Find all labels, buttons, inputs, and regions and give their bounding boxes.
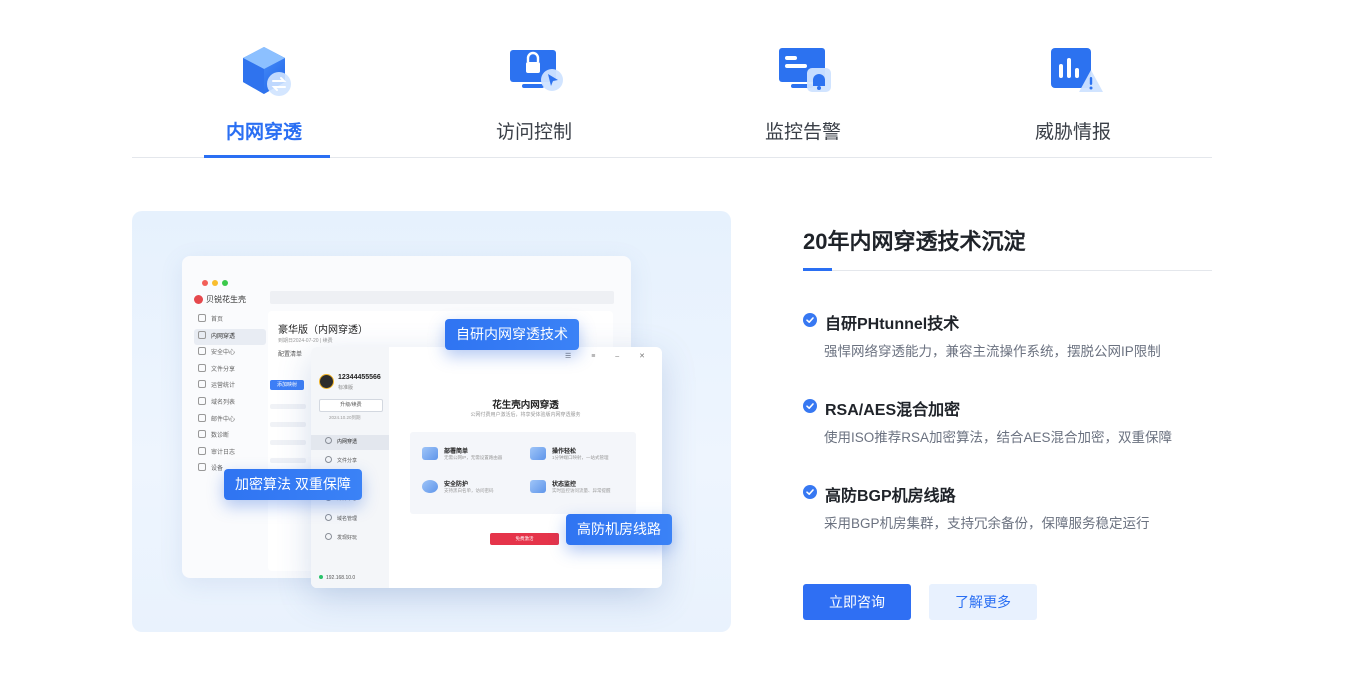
sidebar-item: 数诊断	[194, 428, 266, 445]
upgrade-button: 升级/续费	[319, 399, 383, 412]
tab-label: 威胁情报	[1034, 122, 1111, 143]
background-search-bar	[270, 291, 614, 304]
promo-feature-desc: 1分钟端口映射，一站式管理	[552, 455, 609, 460]
shield-icon	[422, 480, 438, 493]
tag-self-developed: 自研内网穿透技术	[445, 319, 579, 350]
monitor-icon	[530, 480, 546, 493]
window-traffic-lights	[202, 273, 232, 291]
tab-monitoring-alerts[interactable]: 监控告警	[733, 42, 873, 157]
sidebar-item: 邮件中心	[194, 412, 266, 429]
tab-label: 内网穿透	[225, 122, 302, 143]
promo-feature-title: 操作轻松	[552, 449, 577, 455]
product-illustration: 贝锐花生壳 首页 内网穿透 安全中心 文件分享 运营统计 域名列表 邮件中心 数…	[132, 211, 731, 632]
config-label: 配置清单	[278, 352, 303, 358]
heading-accent-bar	[803, 268, 832, 271]
feature-description: 采用BGP机房集群，支持冗余备份，保障服务稳定运行	[824, 516, 1150, 531]
promo-feature-title: 部署简单	[444, 449, 469, 455]
check-circle-icon	[803, 313, 817, 327]
promo-feature-title: 状态监控	[552, 482, 577, 488]
feature-title: 自研PHtunnel技术	[825, 316, 960, 333]
sidebar-item: 首页	[194, 312, 266, 329]
tab-label: 访问控制	[495, 122, 572, 143]
placeholder-line	[270, 422, 306, 427]
tab-access-control[interactable]: 访问控制	[464, 42, 604, 157]
sidebar-item: 域名列表	[194, 395, 266, 412]
avatar	[319, 374, 334, 389]
promo-feature-grid: 部署简单 无需公网IP，无需设置路由器 操作轻松 1分钟端口映射，一站式管理 安…	[410, 432, 636, 514]
tab-label: 监控告警	[764, 122, 841, 143]
background-sidebar: 贝锐花生壳 首页 内网穿透 安全中心 文件分享 运营统计 域名列表 邮件中心 数…	[194, 294, 266, 478]
tab-threat-intelligence[interactable]: 威胁情报	[1003, 42, 1143, 157]
ip-status: 192.168.10.0	[319, 575, 355, 581]
chart-warning-icon	[1051, 48, 1103, 92]
promo-feature-desc: 支持黑白名单，访问密码	[444, 488, 494, 493]
deploy-icon	[422, 447, 438, 460]
check-circle-icon	[803, 485, 817, 499]
sidebar-item: 发现好玩	[311, 531, 389, 546]
promo-feature-desc: 无需公网IP，无需设置路由器	[444, 455, 503, 460]
tab-intranet-penetration[interactable]: 内网穿透	[194, 42, 334, 157]
tag-encryption: 加密算法 双重保障	[224, 469, 362, 500]
plan-title: 豪华版（内网穿透）	[278, 325, 368, 336]
account-edition: 标准版	[338, 385, 354, 391]
promo-feature: 操作轻松 1分钟端口映射，一站式管理	[530, 444, 630, 474]
free-activate-button: 免费激活	[490, 533, 559, 545]
promo-title: 花生壳内网穿透	[492, 400, 559, 411]
promo-feature-desc: 实时监控访问流量、异常提醒	[552, 488, 611, 493]
add-mapping-button: 添加映射	[270, 380, 304, 390]
screen-bell-icon	[779, 48, 831, 92]
tag-bgp-line: 高防机房线路	[566, 514, 672, 545]
promo-feature: 状态监控 实时监控访问流量、异常提醒	[530, 477, 630, 507]
feature-title: RSA/AES混合加密	[825, 402, 961, 419]
operation-icon	[530, 447, 546, 460]
placeholder-line	[270, 404, 306, 409]
placeholder-line	[270, 458, 306, 463]
sidebar-item: 域名管理	[311, 512, 389, 527]
learn-more-button[interactable]: 了解更多	[929, 584, 1037, 620]
sidebar-item: 文件分享	[311, 454, 389, 469]
promo-feature: 安全防护 支持黑白名单，访问密码	[422, 477, 522, 507]
sidebar-item: 运营统计	[194, 378, 266, 395]
brand-logo: 贝锐花生壳	[194, 294, 266, 305]
sidebar-item: 文件分享	[194, 362, 266, 379]
feature-title: 高防BGP机房线路	[825, 488, 956, 505]
feature-description: 使用ISO推荐RSA加密算法，结合AES混合加密，双重保障	[824, 430, 1173, 445]
placeholder-line	[270, 440, 306, 445]
foreground-app-window: 12344455566 标准版 升级/续费 2024.10.20到期 内网穿透 …	[311, 347, 662, 588]
expiry-date: 2024.10.20到期	[329, 415, 361, 420]
monitor-lock-icon	[510, 50, 563, 91]
sidebar-item: 内网穿透	[311, 435, 389, 450]
active-tab-indicator	[204, 155, 330, 158]
foreground-sidebar: 12344455566 标准版 升级/续费 2024.10.20到期 内网穿透 …	[311, 347, 389, 588]
section-heading: 20年内网穿透技术沉淀	[803, 229, 1026, 254]
feature-tabs: 内网穿透 访问控制 监控告警 威胁情报	[132, 0, 1212, 158]
feature-description: 强悍网络穿透能力，兼容主流操作系统，摆脱公网IP限制	[824, 344, 1161, 359]
promo-feature: 部署简单 无需公网IP，无需设置路由器	[422, 444, 522, 474]
sidebar-item: 内网穿透	[194, 328, 266, 346]
plan-expiry: 到期日2024-07-20 | 续费	[278, 338, 333, 344]
promo-subtitle: 公网付费用户激活后，将享受体验版内网穿透服务	[470, 412, 581, 418]
promo-feature-title: 安全防护	[444, 482, 469, 488]
consult-now-button[interactable]: 立即咨询	[803, 584, 911, 620]
heading-divider	[803, 270, 1212, 271]
cube-transfer-icon	[243, 47, 291, 96]
sidebar-item: 审计日志	[194, 445, 266, 462]
check-circle-icon	[803, 399, 817, 413]
window-controls: ☰ ≡ – ✕	[565, 353, 654, 360]
account-id: 12344455566	[338, 374, 381, 381]
sidebar-item: 安全中心	[194, 345, 266, 362]
